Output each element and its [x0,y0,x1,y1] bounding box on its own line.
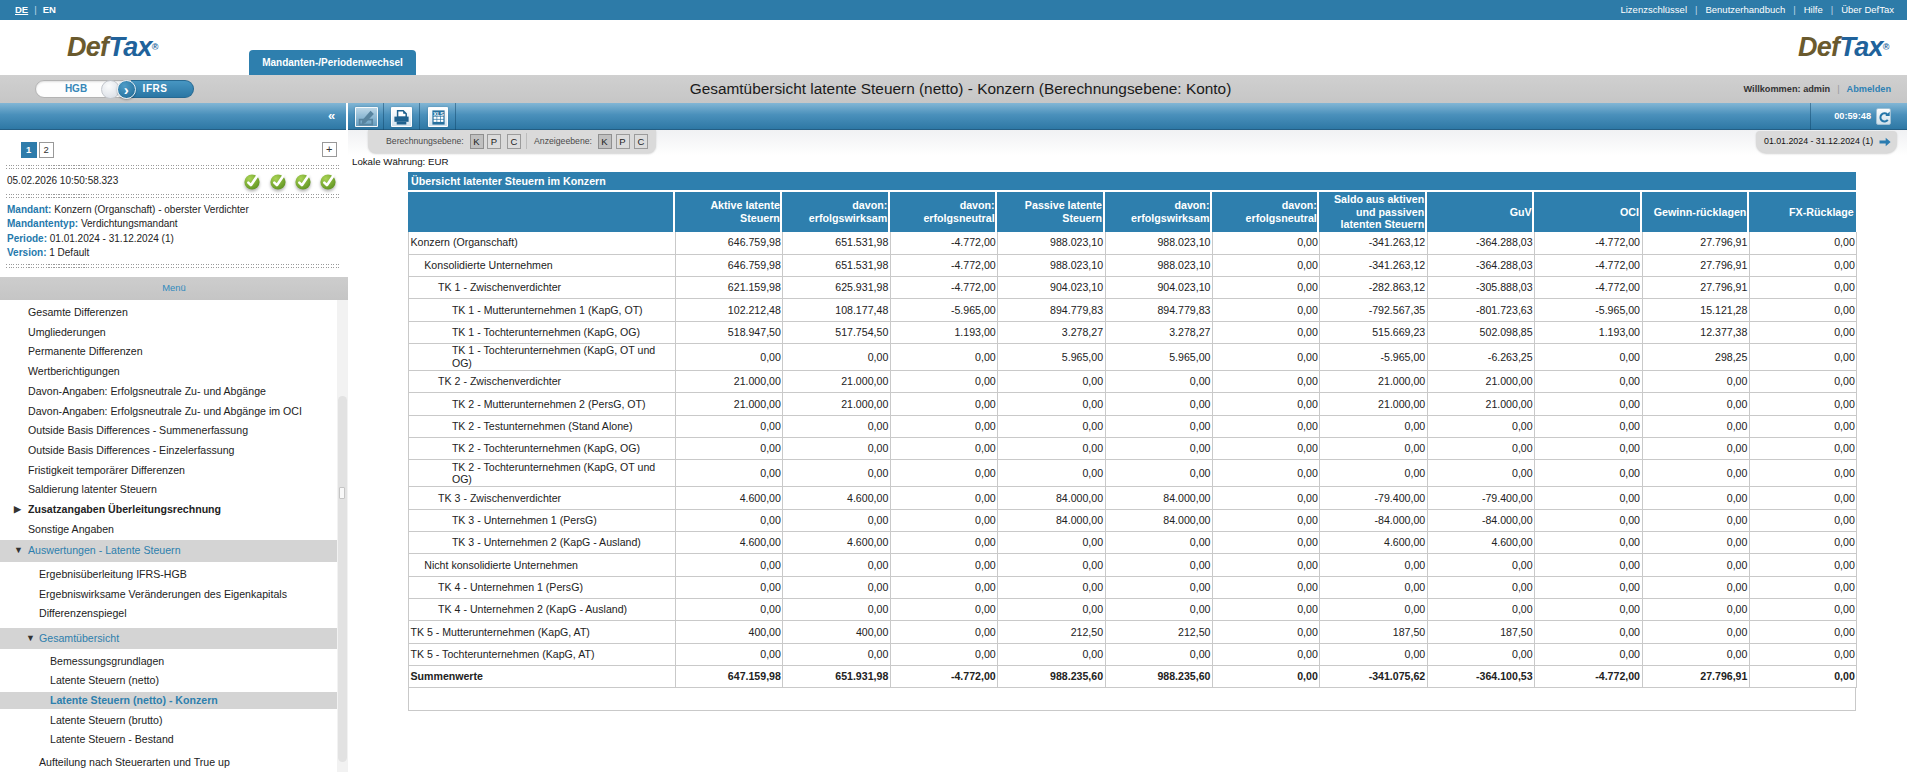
svg-text:XLS: XLS [433,110,444,116]
